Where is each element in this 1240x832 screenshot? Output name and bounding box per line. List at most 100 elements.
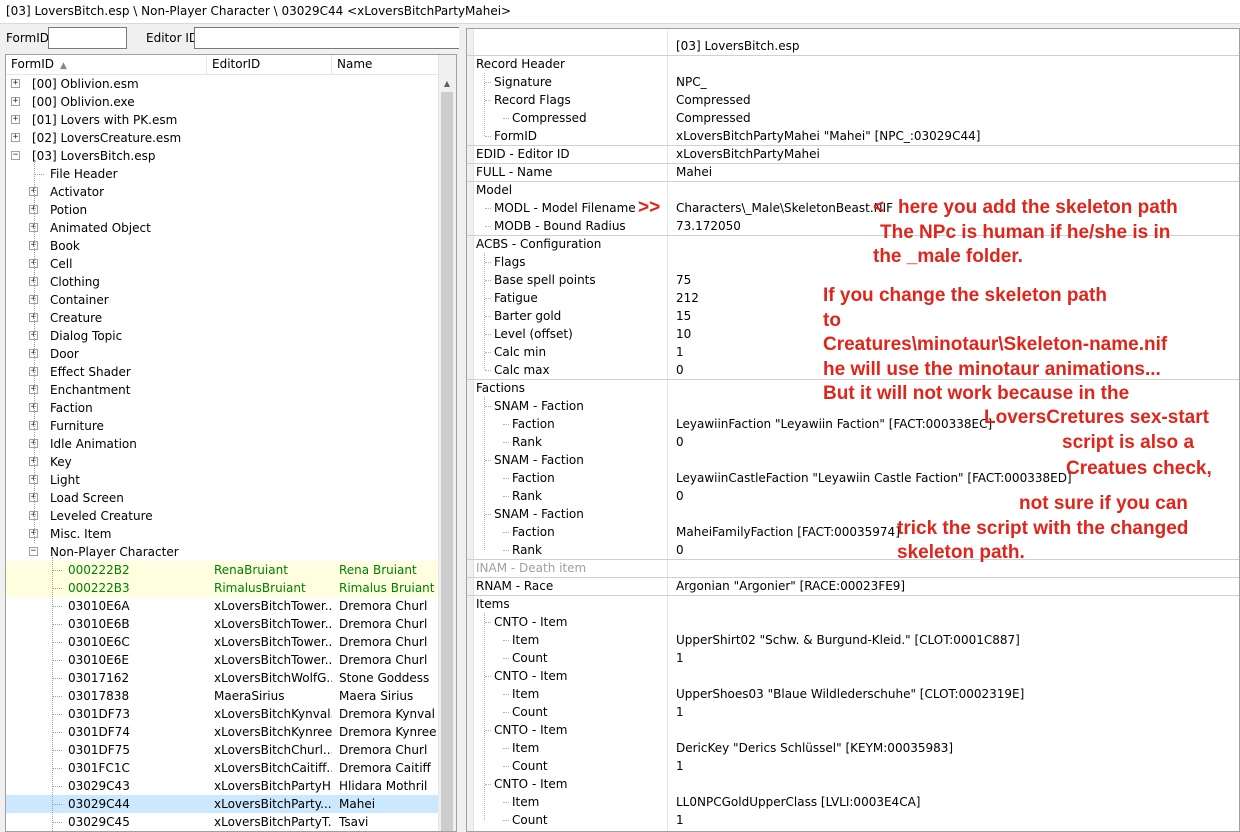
npc-record-row[interactable]: 0301FC1C xLoversBitchCaitiff... Dremora Ca…	[6, 759, 439, 777]
detail-row[interactable]: Count 1	[467, 649, 1239, 667]
column-header-formid[interactable]: FormID ▲	[6, 55, 207, 74]
field-label: Count	[512, 651, 548, 665]
tree-node[interactable]: + Book	[6, 237, 439, 255]
tree-node[interactable]: + Idle Animation	[6, 435, 439, 453]
tree-node[interactable]: + Load Screen	[6, 489, 439, 507]
tree-node[interactable]: + Furniture	[6, 417, 439, 435]
npc-record-row[interactable]: 03010E6E xLoversBitchTower... Dremora Chur…	[6, 651, 439, 669]
tree-node-label: Creature	[50, 311, 103, 325]
expand-icon[interactable]: +	[11, 115, 20, 124]
npc-record-row[interactable]: 000222B2 RenaBruiant Rena Bruiant	[6, 561, 439, 579]
record-detail-view[interactable]: [03] LoversBitch.esp Record Header Signatu…	[466, 28, 1240, 832]
tree-node[interactable]: File Header	[6, 165, 439, 183]
detail-row[interactable]: Items	[467, 595, 1239, 613]
detail-row[interactable]: Record Header	[467, 55, 1239, 73]
detail-row[interactable]: Record Flags Compressed	[467, 91, 1239, 109]
tree-node-label: 03010E6B	[68, 617, 130, 631]
collapse-icon[interactable]: −	[11, 151, 20, 160]
detail-row[interactable]: Rank 0	[467, 541, 1239, 560]
tree-node-label: 03029C44	[68, 797, 130, 811]
npc-record-row[interactable]: 0301DF74 xLoversBitchKynree... Dremora Kyn…	[6, 723, 439, 741]
collapse-icon[interactable]: −	[29, 547, 38, 556]
pane-splitter[interactable]	[459, 24, 465, 832]
npc-record-row[interactable]: 000222B3 RimalusBruiant Rimalus Bruiant	[6, 579, 439, 597]
detail-row[interactable]: Item LL0NPCGoldUpperClass [LVLI:0003E4CA]	[467, 793, 1239, 811]
npc-record-row[interactable]: 03029C44 xLoversBitchParty... Mahei	[6, 795, 439, 813]
detail-row[interactable]: FormID xLoversBitchPartyMahei "Mahei" [NP…	[467, 127, 1239, 146]
tree-node[interactable]: + Dialog Topic	[6, 327, 439, 345]
tree-connector	[503, 748, 509, 749]
detail-row[interactable]: Count 1	[467, 703, 1239, 721]
field-label: SNAM - Faction	[494, 453, 584, 467]
tree-node-label: Non-Player Character	[50, 545, 179, 559]
tree-node[interactable]: + Cell	[6, 255, 439, 273]
tree-node[interactable]: + Leveled Creature	[6, 507, 439, 525]
field-label: Compressed	[512, 111, 587, 125]
detail-row[interactable]: INAM - Death item	[467, 559, 1239, 578]
tree-node[interactable]: + Enchantment	[6, 381, 439, 399]
tree-node[interactable]: + [01] Lovers with PK.esm	[6, 111, 439, 129]
annotation-line: LoversCretures sex-start	[984, 407, 1209, 428]
detail-row[interactable]: Barter gold 15	[467, 307, 1239, 325]
tree-node[interactable]: + [00] Oblivion.exe	[6, 93, 439, 111]
tree-node-label: Dialog Topic	[50, 329, 123, 343]
tree-node[interactable]: − [03] LoversBitch.esp	[6, 147, 439, 165]
tree-node-label: [00] Oblivion.esm	[32, 77, 139, 91]
npc-record-row[interactable]: 03029C45 xLoversBitchPartyT... Tsavi	[6, 813, 439, 831]
detail-row[interactable]: EDID - Editor ID xLoversBitchPartyMahei	[467, 145, 1239, 164]
npc-record-row[interactable]: 0301DF75 xLoversBitchChurl... Dremora Chur…	[6, 741, 439, 759]
tree-node[interactable]: + Clothing	[6, 273, 439, 291]
npc-record-row[interactable]: 03010E6C xLoversBitchTower... Dremora Chur…	[6, 633, 439, 651]
tree-node[interactable]: + Light	[6, 471, 439, 489]
detail-row[interactable]: CNTO - Item	[467, 667, 1239, 685]
tree-node-label: Faction	[50, 401, 93, 415]
field-label: SNAM - Faction	[494, 507, 584, 521]
npc-record-row[interactable]: 03017838 MaeraSirius Maera Sirius	[6, 687, 439, 705]
tree-node[interactable]: + Animated Object	[6, 219, 439, 237]
annotation-line: script is also a	[1062, 432, 1195, 453]
scroll-up-arrow-icon[interactable]: ▲	[439, 77, 455, 91]
tree-node[interactable]: + [00] Oblivion.esm	[6, 75, 439, 93]
tree-node[interactable]: + Effect Shader	[6, 363, 439, 381]
record-tree[interactable]: FormID ▲ EditorID Name + [00] Oblivion.esm…	[5, 54, 457, 832]
tree-node[interactable]: + Creature	[6, 309, 439, 327]
expand-icon[interactable]: +	[11, 97, 20, 106]
detail-row[interactable]: Compressed Compressed	[467, 109, 1239, 127]
detail-row[interactable]: Count 1	[467, 757, 1239, 775]
scrollbar-thumb[interactable]	[441, 92, 453, 831]
expand-icon[interactable]: +	[11, 133, 20, 142]
tree-node[interactable]: + Potion	[6, 201, 439, 219]
npc-record-row[interactable]: 03029C43 xLoversBitchPartyH... Hlidara Mot…	[6, 777, 439, 795]
npc-record-row[interactable]: 03010E6B xLoversBitchTower... Dremora Chur…	[6, 615, 439, 633]
column-header-name[interactable]: Name	[332, 55, 439, 74]
column-header-editorid[interactable]: EditorID	[207, 55, 332, 74]
detail-row[interactable]: Item UpperShoes03 "Blaue Wildlederschuhe"…	[467, 685, 1239, 703]
npc-record-row[interactable]: 03017162 xLoversBitchWolfG... Stone Goddes…	[6, 669, 439, 687]
npc-record-row[interactable]: 0301DF73 xLoversBitchKynval... Dremora Kyn…	[6, 705, 439, 723]
detail-row[interactable]: CNTO - Item	[467, 775, 1239, 793]
detail-row[interactable]: CNTO - Item	[467, 613, 1239, 631]
tree-node[interactable]: + Faction	[6, 399, 439, 417]
detail-row[interactable]: RNAM - Race Argonian "Argonier" [RACE:000…	[467, 577, 1239, 596]
tree-scrollbar[interactable]: ▲	[438, 55, 456, 831]
tree-node[interactable]: + Door	[6, 345, 439, 363]
tree-node[interactable]: + Misc. Item	[6, 525, 439, 543]
tree-node[interactable]: − Non-Player Character	[6, 543, 439, 561]
editorid-search-input[interactable]	[194, 27, 460, 49]
detail-row[interactable]: Item DericKey "Derics Schlüssel" [KEYM:00…	[467, 739, 1239, 757]
formid-search-input[interactable]	[48, 27, 127, 49]
tree-node[interactable]: + Key	[6, 453, 439, 471]
tree-node[interactable]: + Activator	[6, 183, 439, 201]
name-cell: Dremora Caitiff	[339, 761, 431, 775]
detail-row[interactable]: Signature NPC_	[467, 73, 1239, 91]
expand-icon[interactable]: +	[11, 79, 20, 88]
tree-node[interactable]: + Container	[6, 291, 439, 309]
detail-row[interactable]: CNTO - Item	[467, 721, 1239, 739]
detail-row[interactable]: Item UpperShirt02 "Schw. & Burgund-Kleid.…	[467, 631, 1239, 649]
tree-node[interactable]: + [02] LoversCreature.esm	[6, 129, 439, 147]
detail-row[interactable]: Flags	[467, 253, 1239, 271]
detail-row[interactable]: FULL - Name Mahei	[467, 163, 1239, 182]
npc-record-row[interactable]: 03010E6A xLoversBitchTower... Dremora Chur…	[6, 597, 439, 615]
detail-row[interactable]: Count 1	[467, 811, 1239, 829]
detail-row[interactable]: [03] LoversBitch.esp	[467, 37, 1239, 56]
